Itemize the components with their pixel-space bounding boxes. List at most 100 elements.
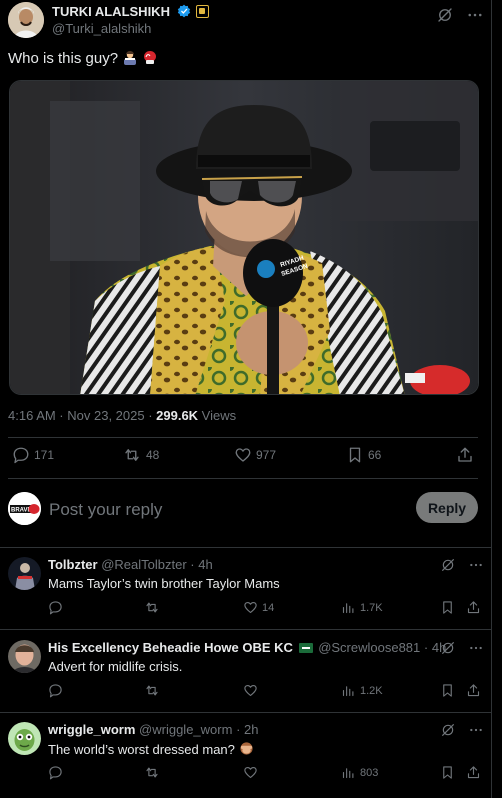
post-image[interactable]: RIYADH SEASON bbox=[9, 80, 479, 395]
like-action[interactable] bbox=[243, 683, 262, 698]
post-header: TURKI ALALSHIKH @Turki_alalshikh bbox=[8, 2, 484, 38]
repost-action[interactable] bbox=[144, 600, 160, 615]
man-emoji-icon bbox=[122, 50, 138, 66]
post-text-content: Who is this guy? bbox=[8, 50, 119, 67]
bookmark-icon[interactable] bbox=[346, 446, 364, 464]
reply-text: Mams Taylor’s twin brother Taylor Mams bbox=[48, 576, 280, 591]
repost-icon[interactable] bbox=[144, 600, 160, 615]
repost-action[interactable] bbox=[144, 765, 160, 780]
reply-author-handle[interactable]: @Screwloose881 bbox=[318, 640, 420, 655]
heart-icon[interactable] bbox=[243, 765, 258, 780]
like-action[interactable]: 14 bbox=[243, 600, 274, 615]
views-count: 1.7K bbox=[360, 601, 383, 614]
reply-input[interactable] bbox=[49, 498, 409, 522]
post-timestamp[interactable]: 4:16 AM · Nov 23, 2025 · bbox=[8, 408, 156, 423]
reply-author-handle[interactable]: @RealTolbzter bbox=[101, 557, 186, 572]
reply-count: 171 bbox=[34, 448, 55, 462]
analytics-icon[interactable] bbox=[341, 600, 356, 615]
boxing-glove-emoji-icon bbox=[142, 50, 158, 66]
like-action[interactable] bbox=[243, 765, 262, 780]
author-name-text[interactable]: TURKI ALALSHIKH bbox=[52, 4, 170, 19]
bookmark-icon[interactable] bbox=[440, 600, 455, 615]
divider bbox=[0, 547, 492, 548]
bookmark-count: 66 bbox=[368, 448, 382, 462]
share-icon[interactable] bbox=[466, 683, 481, 698]
bookmark-action[interactable] bbox=[440, 765, 455, 780]
grok-icon[interactable] bbox=[440, 557, 456, 573]
reply-text-content: The world’s worst dressed man? bbox=[48, 742, 235, 757]
share-icon[interactable] bbox=[456, 446, 474, 464]
reply-composer: BRAVE Reply bbox=[8, 492, 478, 528]
more-options-icon[interactable] bbox=[468, 722, 484, 738]
reply-icon[interactable] bbox=[48, 683, 63, 698]
avatar[interactable] bbox=[8, 557, 41, 590]
see-no-evil-monkey-icon bbox=[239, 741, 255, 757]
views-action[interactable]: 803 bbox=[341, 765, 378, 780]
repost-icon[interactable] bbox=[122, 446, 142, 464]
reply-icon[interactable] bbox=[12, 446, 30, 464]
bookmark-icon[interactable] bbox=[440, 683, 455, 698]
share-action[interactable] bbox=[456, 446, 474, 464]
reply-text: The world’s worst dressed man? bbox=[48, 741, 255, 757]
views-action[interactable]: 1.2K bbox=[341, 683, 383, 698]
views-count: 299.6K bbox=[156, 408, 199, 423]
avatar[interactable] bbox=[8, 722, 41, 755]
post-actions: 171 48 977 66 bbox=[8, 446, 478, 470]
divider bbox=[0, 629, 492, 630]
reply-action[interactable] bbox=[48, 765, 63, 780]
avatar[interactable] bbox=[8, 2, 44, 38]
reply-actions: 1.2K bbox=[48, 683, 480, 701]
user-avatar[interactable]: BRAVE bbox=[8, 492, 41, 525]
grok-icon[interactable] bbox=[440, 722, 456, 738]
repost-icon[interactable] bbox=[144, 765, 160, 780]
more-options-icon[interactable] bbox=[468, 640, 484, 656]
share-action[interactable] bbox=[466, 765, 481, 780]
reply-header: Tolbzter @RealTolbzter · 4h bbox=[48, 557, 213, 572]
repost-action[interactable] bbox=[144, 683, 160, 698]
reply-time[interactable]: · 2h bbox=[236, 722, 258, 737]
grok-icon[interactable] bbox=[436, 6, 454, 24]
analytics-icon[interactable] bbox=[341, 765, 356, 780]
affiliate-badge-icon bbox=[196, 5, 210, 18]
like-count: 14 bbox=[262, 601, 275, 614]
reply-action[interactable]: 171 bbox=[12, 446, 54, 464]
author-name[interactable]: TURKI ALALSHIKH bbox=[52, 4, 210, 19]
reply-action[interactable] bbox=[48, 600, 63, 615]
reply-icon[interactable] bbox=[48, 600, 63, 615]
reply-button[interactable]: Reply bbox=[416, 492, 478, 523]
post-text: Who is this guy? bbox=[8, 50, 158, 67]
repost-icon[interactable] bbox=[144, 683, 160, 698]
author-handle[interactable]: @Turki_alalshikh bbox=[52, 21, 151, 36]
reply-author-name[interactable]: His Excellency Beheadie Howe OBE KC bbox=[48, 640, 293, 655]
more-options-icon[interactable] bbox=[466, 6, 484, 24]
heart-icon[interactable] bbox=[243, 683, 258, 698]
divider bbox=[8, 478, 478, 479]
share-icon[interactable] bbox=[466, 600, 481, 615]
analytics-icon[interactable] bbox=[341, 683, 356, 698]
share-icon[interactable] bbox=[466, 765, 481, 780]
heart-icon[interactable] bbox=[243, 600, 258, 615]
grok-icon[interactable] bbox=[440, 640, 456, 656]
reply-icon[interactable] bbox=[48, 765, 63, 780]
bookmark-icon[interactable] bbox=[440, 765, 455, 780]
views-action[interactable]: 1.7K bbox=[341, 600, 383, 615]
avatar-text: BRAVE bbox=[11, 508, 32, 514]
bookmark-action[interactable] bbox=[440, 600, 455, 615]
reply-author-name[interactable]: Tolbzter bbox=[48, 557, 98, 572]
scrollbar-track[interactable] bbox=[492, 0, 502, 798]
repost-action[interactable]: 48 bbox=[122, 446, 159, 464]
flag-icon bbox=[298, 643, 313, 653]
reply-time[interactable]: · 4h bbox=[190, 557, 212, 572]
bookmark-action[interactable]: 66 bbox=[346, 446, 381, 464]
like-action[interactable]: 977 bbox=[234, 446, 276, 464]
heart-icon[interactable] bbox=[234, 446, 252, 464]
reply-author-name[interactable]: wriggle_worm bbox=[48, 722, 135, 737]
share-action[interactable] bbox=[466, 600, 481, 615]
avatar[interactable] bbox=[8, 640, 41, 673]
more-options-icon[interactable] bbox=[468, 557, 484, 573]
reply-text: Advert for midlife crisis. bbox=[48, 659, 183, 674]
bookmark-action[interactable] bbox=[440, 683, 455, 698]
reply-author-handle[interactable]: @wriggle_worm bbox=[139, 722, 232, 737]
reply-action[interactable] bbox=[48, 683, 63, 698]
share-action[interactable] bbox=[466, 683, 481, 698]
